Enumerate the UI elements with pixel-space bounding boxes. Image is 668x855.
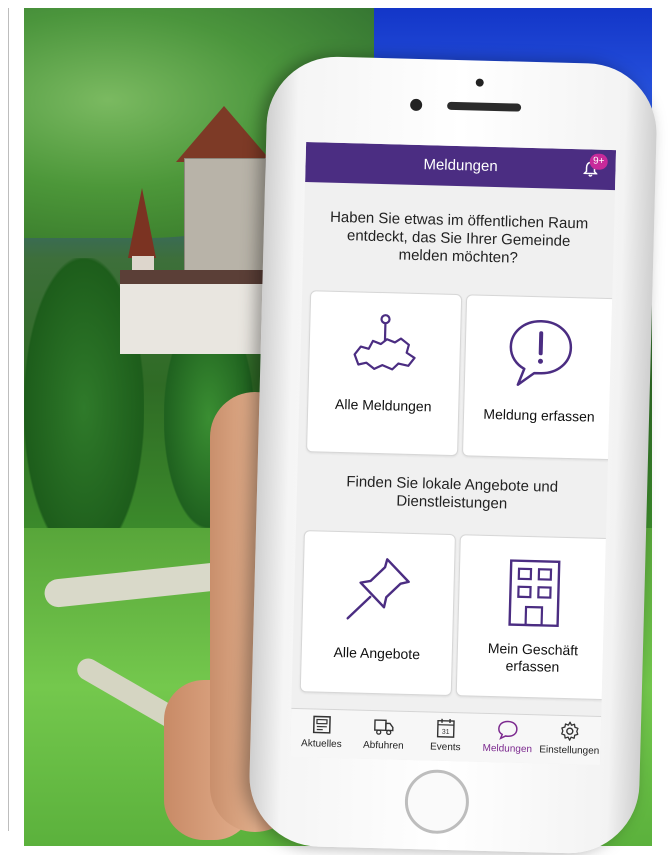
news-icon [311, 713, 334, 736]
truck-icon [373, 715, 396, 738]
tab-label: Meldungen [476, 743, 538, 756]
tab-abfuhren[interactable]: Abfuhren [352, 714, 415, 760]
front-camera [410, 99, 422, 111]
front-sensor [476, 78, 484, 86]
tab-bar: Aktuelles Abfuhren [290, 708, 601, 765]
header-bar: Meldungen 9+ [305, 142, 616, 190]
all-reports-label: Alle Meldungen [314, 395, 452, 416]
home-button[interactable] [404, 769, 470, 835]
border-line [8, 8, 9, 831]
speech-bubble-exclamation-icon [502, 314, 580, 392]
castle-roof [176, 106, 272, 162]
report-prompt: Haben Sie etwas im öffentlichen Raum ent… [321, 208, 596, 269]
tower-spire [128, 188, 156, 258]
app-screen: Meldungen 9+ Haben Sie etwas im öffentli… [290, 142, 616, 765]
tab-label: Events [414, 741, 476, 754]
photo-frame: Meldungen 9+ Haben Sie etwas im öffentli… [0, 0, 668, 849]
register-business-card[interactable]: Mein Geschäft erfassen [456, 534, 612, 700]
gear-icon [559, 720, 582, 743]
all-offers-card[interactable]: Alle Angebote [300, 530, 456, 696]
tab-label: Einstellungen [538, 744, 600, 757]
earpiece [447, 102, 521, 112]
create-report-card[interactable]: Meldung erfassen [462, 294, 616, 460]
speech-bubble-icon [497, 718, 520, 741]
building-icon [495, 554, 573, 632]
tab-label: Aktuelles [290, 738, 352, 751]
map-pin-switzerland-icon [346, 310, 424, 388]
tab-label: Abfuhren [352, 739, 414, 752]
calendar-icon: 31 [435, 717, 458, 740]
all-reports-card[interactable]: Alle Meldungen [306, 290, 462, 456]
notification-badge: 9+ [590, 153, 608, 169]
offers-prompt: Finden Sie lokale Angebote und Dienstlei… [315, 472, 590, 515]
tab-aktuelles[interactable]: Aktuelles [290, 713, 353, 759]
calendar-day: 31 [442, 729, 450, 736]
page-title: Meldungen [305, 142, 616, 190]
phone: Meldungen 9+ Haben Sie etwas im öffentli… [248, 55, 659, 855]
castle-tower [184, 158, 266, 280]
pushpin-icon [339, 550, 417, 628]
tab-einstellungen[interactable]: Einstellungen [538, 719, 601, 765]
all-offers-label: Alle Angebote [308, 643, 446, 664]
tab-meldungen[interactable]: Meldungen [476, 718, 539, 764]
tab-events[interactable]: 31 Events [414, 716, 477, 762]
register-business-label: Mein Geschäft erfassen [463, 639, 602, 677]
create-report-label: Meldung erfassen [470, 405, 608, 426]
